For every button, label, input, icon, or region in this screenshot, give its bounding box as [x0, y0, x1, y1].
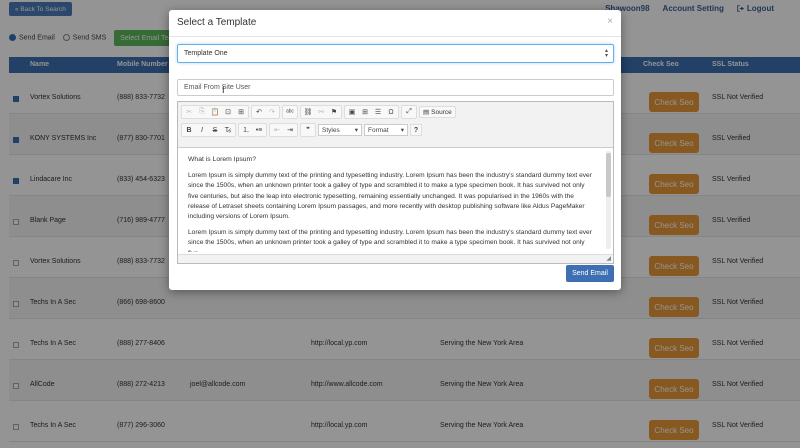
- paste-icon[interactable]: 📋: [209, 106, 221, 118]
- send-email-button[interactable]: Send Email: [566, 265, 614, 282]
- format-group: B I S T̷ₓ: [181, 123, 236, 137]
- spellcheck-icon[interactable]: ᵃᵇᶜ: [284, 106, 296, 118]
- unlink-icon[interactable]: ⚯: [315, 106, 327, 118]
- spellcheck-group: ᵃᵇᶜ: [282, 105, 298, 119]
- strike-icon[interactable]: S: [209, 124, 221, 136]
- quote-group: ❞: [300, 123, 316, 137]
- horizontal-line-icon[interactable]: ☰: [372, 106, 384, 118]
- help-button[interactable]: ?: [410, 124, 422, 136]
- italic-icon[interactable]: I: [196, 124, 208, 136]
- clipboard-group: ✂ ⎘ 📋 ⊡ ⊞: [181, 105, 249, 119]
- special-char-icon[interactable]: Ω: [385, 106, 397, 118]
- history-group: ↶ ↷: [251, 105, 280, 119]
- select-template-modal: Select a Template × Template One ▴ ▾ Emai…: [169, 10, 621, 290]
- outdent-icon[interactable]: ⇤: [271, 124, 283, 136]
- image-icon[interactable]: ▣: [346, 106, 358, 118]
- format-dropdown[interactable]: Format ▾: [364, 124, 408, 136]
- editor-footer: ◢: [178, 254, 613, 263]
- cut-icon[interactable]: ✂: [183, 106, 195, 118]
- maximize-icon[interactable]: ⤢: [403, 106, 415, 118]
- undo-icon[interactable]: ↶: [253, 106, 265, 118]
- source-label: Source: [431, 108, 452, 116]
- content-paragraph-1: Lorem Ipsum is simply dummy text of the …: [188, 172, 592, 221]
- editor-toolbar: ✂ ⎘ 📋 ⊡ ⊞ ↶ ↷ ᵃᵇᶜ ⛓ ⚯ ⚑ ▣ ⊞ ☰ Ω ⤢ ▤ Sour…: [178, 102, 613, 148]
- resize-handle-icon[interactable]: ◢: [606, 255, 611, 262]
- redo-icon[interactable]: ↷: [266, 106, 278, 118]
- styles-label: Styles: [322, 126, 340, 134]
- close-icon[interactable]: ×: [607, 16, 613, 27]
- insert-group: ▣ ⊞ ☰ Ω: [344, 105, 399, 119]
- template-select[interactable]: Template One ▴ ▾: [177, 44, 614, 63]
- toolbar-row-2: B I S T̷ₓ ⒈ •≡ ⇤ ⇥ ❞ Styles ▾ Format ▾ ?: [181, 123, 422, 137]
- rich-text-editor: ✂ ⎘ 📋 ⊡ ⊞ ↶ ↷ ᵃᵇᶜ ⛓ ⚯ ⚑ ▣ ⊞ ☰ Ω ⤢ ▤ Sour…: [177, 101, 614, 264]
- source-button[interactable]: ▤ Source: [419, 106, 456, 118]
- indent-icon[interactable]: ⇥: [284, 124, 296, 136]
- modal-header: Select a Template ×: [169, 10, 621, 37]
- editor-content[interactable]: What is Lorem Ipsum? Lorem Ipsum is simp…: [178, 149, 606, 252]
- select-arrows-icon: ▴ ▾: [604, 48, 608, 59]
- table-icon[interactable]: ⊞: [359, 106, 371, 118]
- blockquote-icon[interactable]: ❞: [302, 124, 314, 136]
- source-icon: ▤: [423, 109, 430, 116]
- paste-text-icon[interactable]: ⊡: [222, 106, 234, 118]
- subject-input[interactable]: Email From Site User: [177, 79, 614, 96]
- editor-scrollbar[interactable]: [606, 151, 611, 249]
- paste-word-icon[interactable]: ⊞: [235, 106, 247, 118]
- bold-icon[interactable]: B: [183, 124, 195, 136]
- list-group: ⒈ •≡: [238, 123, 267, 137]
- dropdown-arrow-icon: ▾: [400, 127, 404, 134]
- bulleted-list-icon[interactable]: •≡: [253, 124, 265, 136]
- dropdown-arrow-icon: ▾: [354, 127, 358, 134]
- styles-dropdown[interactable]: Styles ▾: [318, 124, 362, 136]
- content-paragraph-2: Lorem Ipsum is simply dummy text of the …: [188, 229, 592, 252]
- maximize-group: ⤢: [401, 105, 417, 119]
- copy-icon[interactable]: ⎘: [196, 106, 208, 118]
- toolbar-row-1: ✂ ⎘ 📋 ⊡ ⊞ ↶ ↷ ᵃᵇᶜ ⛓ ⚯ ⚑ ▣ ⊞ ☰ Ω ⤢ ▤ Sour…: [181, 105, 456, 119]
- anchor-flag-icon[interactable]: ⚑: [328, 106, 340, 118]
- modal-title: Select a Template: [177, 17, 257, 28]
- link-group: ⛓ ⚯ ⚑: [300, 105, 342, 119]
- content-heading: What is Lorem Ipsum?: [188, 156, 256, 163]
- scrollbar-thumb[interactable]: [606, 153, 611, 197]
- numbered-list-icon[interactable]: ⒈: [240, 124, 252, 136]
- format-label: Format: [368, 126, 389, 134]
- text-cursor-icon: I: [222, 85, 225, 95]
- remove-format-icon[interactable]: T̷ₓ: [222, 124, 234, 136]
- link-icon[interactable]: ⛓: [302, 106, 314, 118]
- template-select-value: Template One: [184, 50, 228, 57]
- indent-group: ⇤ ⇥: [269, 123, 298, 137]
